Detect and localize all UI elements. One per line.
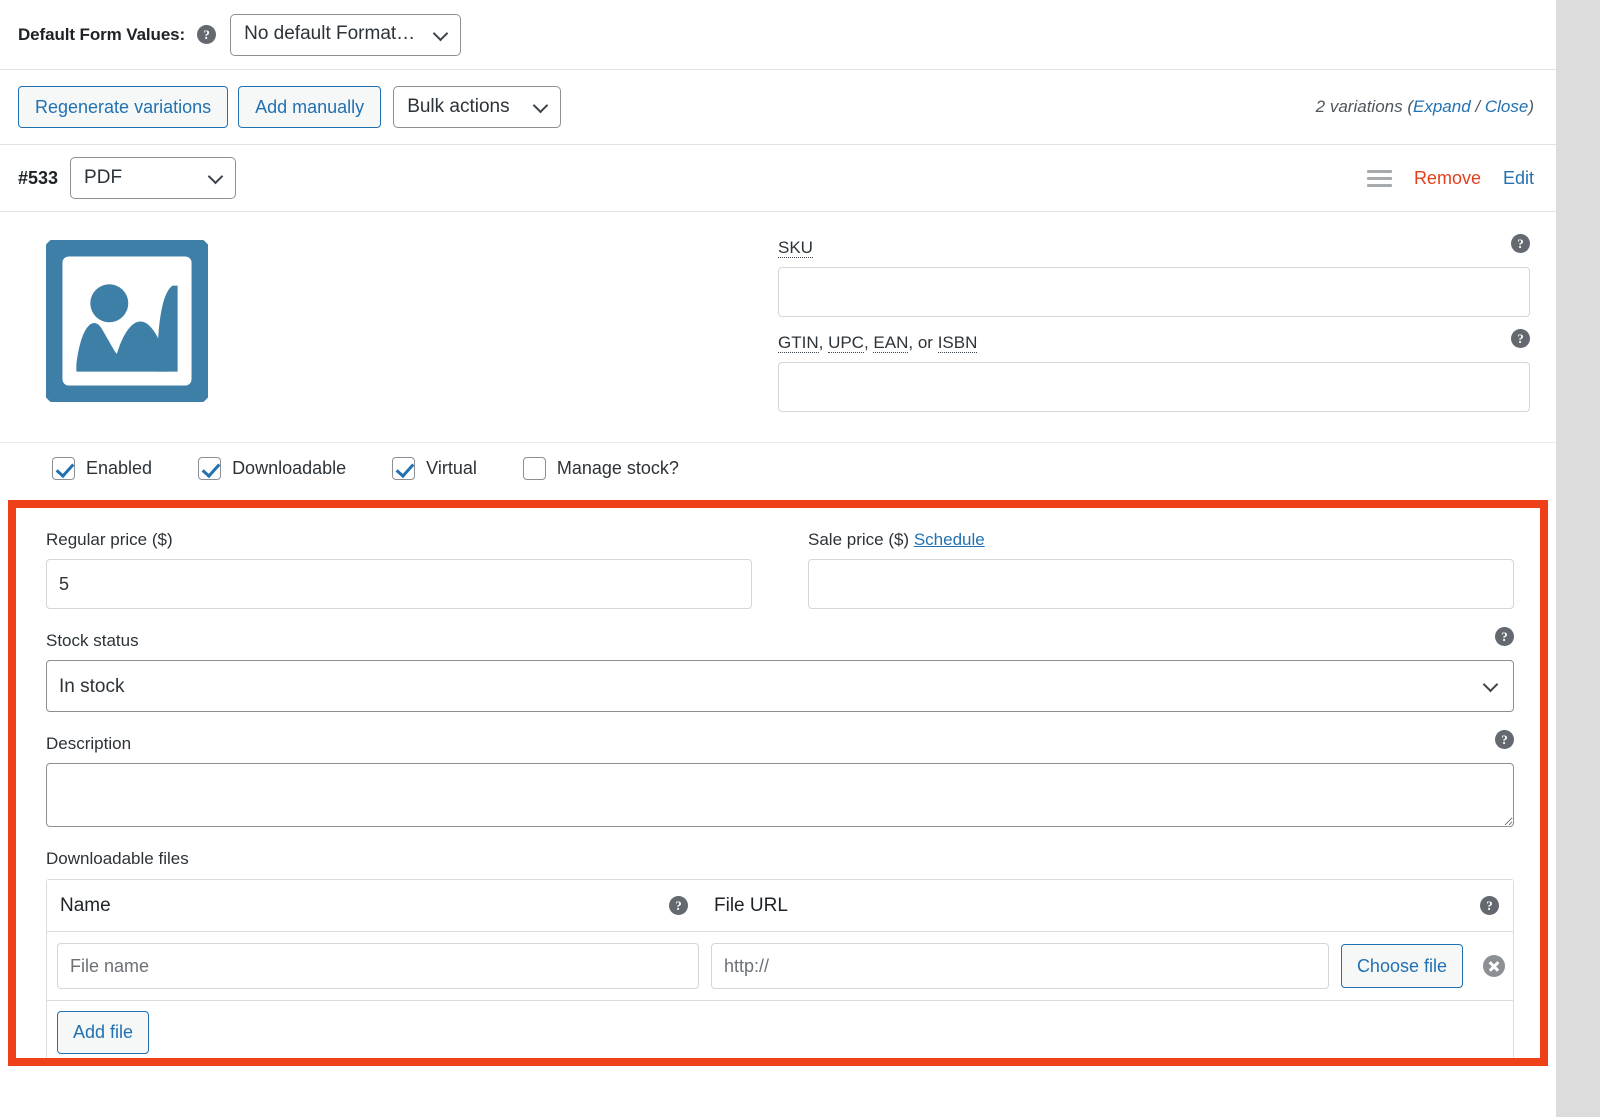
default-form-values-bar: Default Form Values: ? No default Format… [0, 0, 1556, 70]
checkbox-virtual-box[interactable] [392, 457, 416, 480]
variation-id: #533 [18, 167, 59, 188]
variations-toolbar: Regenerate variations Add manually Bulk … [0, 70, 1556, 145]
variation-image-column [18, 233, 778, 428]
regular-price-label: Regular price ($) [46, 530, 173, 549]
regular-price-block: Regular price ($) [46, 530, 752, 609]
ean-abbr: EAN [873, 333, 909, 353]
stock-status-select-wrap[interactable]: In stock [46, 660, 1514, 712]
variation-upper-section: SKU ? GTIN, UPC, EAN, or ISBN ? [0, 212, 1556, 428]
close-link[interactable]: Close [1485, 97, 1528, 116]
default-format-select-wrap[interactable]: No default Format… [230, 13, 462, 56]
variation-attribute-select-wrap[interactable]: PDF [70, 157, 237, 199]
checkbox-virtual-label: Virtual [426, 458, 477, 478]
description-label: Description [46, 734, 132, 753]
file-url-cell [711, 943, 1329, 989]
variation-toggles-row: Enabled Downloadable Virtual Manage stoc… [0, 442, 1556, 500]
sale-price-block: Sale price ($) Schedule [808, 530, 1514, 609]
edit-variation-link[interactable]: Edit [1503, 168, 1534, 189]
help-icon[interactable]: ? [669, 896, 688, 915]
sku-field-block: SKU ? [778, 234, 1530, 317]
default-form-values-label: Default Form Values: [18, 24, 186, 44]
checkbox-downloadable[interactable]: Downloadable [198, 457, 346, 480]
gtin-sep-3: , or [908, 333, 938, 352]
highlight-bottom-border [8, 1058, 1548, 1066]
column-name-header: Name ? [47, 895, 702, 917]
links-separator: / [1470, 97, 1485, 116]
schedule-link[interactable]: Schedule [914, 530, 985, 549]
file-url-input[interactable] [711, 943, 1329, 989]
help-icon[interactable]: ? [1480, 896, 1499, 915]
default-format-select[interactable]: No default Format… [230, 13, 462, 56]
isbn-abbr: ISBN [937, 333, 978, 353]
variations-count: 2 variations (Expand / Close) [1316, 97, 1534, 117]
downloadable-files-table: Name ? File URL ? File name http:// Choo… [46, 879, 1514, 1066]
variations-count-text: 2 variations [1315, 97, 1408, 116]
gtin-label: GTIN, UPC, EAN, or ISBN [778, 333, 1530, 353]
stock-status-block: Stock status ? In stock [46, 627, 1514, 712]
drag-handle-icon[interactable] [1366, 169, 1392, 187]
gtin-abbr: GTIN [778, 333, 819, 353]
gtin-sep-2: , [863, 333, 874, 352]
column-url-text: File URL [714, 894, 788, 916]
regenerate-variations-button[interactable]: Regenerate variations [18, 86, 229, 128]
downloadable-files-label: Downloadable files [46, 849, 189, 868]
downloadable-files-block: Downloadable files Name ? File URL ? Fil… [46, 849, 1514, 1066]
checkbox-downloadable-label: Downloadable [232, 458, 347, 478]
file-name-cell [57, 943, 699, 989]
help-icon[interactable]: ? [1495, 627, 1514, 646]
variation-actions: Remove Edit [1366, 168, 1534, 189]
checkbox-virtual[interactable]: Virtual [392, 457, 477, 480]
image-placeholder-icon[interactable] [39, 233, 215, 409]
variation-body: SKU ? GTIN, UPC, EAN, or ISBN ? Enabled … [0, 212, 1556, 1066]
gtin-sep-1: , [818, 333, 829, 352]
add-file-button[interactable]: Add file [57, 1011, 150, 1054]
remove-variation-link[interactable]: Remove [1414, 168, 1481, 189]
sku-label: SKU [778, 238, 1530, 258]
variations-panel: Default Form Values: ? No default Format… [0, 0, 1556, 1117]
gtin-field-block: GTIN, UPC, EAN, or ISBN ? [778, 329, 1530, 412]
stock-status-select[interactable]: In stock [46, 660, 1514, 712]
sale-price-label-text: Sale price ($) [808, 530, 914, 549]
help-icon[interactable]: ? [1511, 234, 1530, 253]
sku-abbr: SKU [778, 238, 813, 258]
expand-link[interactable]: Expand [1413, 97, 1471, 116]
checkbox-manage-stock[interactable]: Manage stock? [522, 457, 679, 480]
column-url-header: File URL ? [702, 895, 1513, 917]
downloadable-files-footer: Add file [47, 1001, 1513, 1066]
checkbox-enabled-box[interactable] [52, 457, 75, 480]
downloadable-files-header: Name ? File URL ? [47, 880, 1513, 932]
regular-price-input[interactable] [46, 559, 752, 609]
column-name-text: Name [60, 894, 111, 916]
variation-attribute-select[interactable]: PDF [70, 157, 237, 199]
sale-price-input[interactable] [808, 559, 1514, 609]
sale-price-label: Sale price ($) Schedule [808, 530, 1514, 550]
file-name-input[interactable] [57, 943, 699, 989]
variation-header: #533 PDF Remove Edit [0, 145, 1556, 212]
bulk-actions-select-wrap[interactable]: Bulk actions [393, 86, 562, 128]
description-block: Description ? [46, 730, 1514, 827]
help-icon[interactable]: ? [1495, 730, 1514, 749]
description-textarea[interactable] [46, 763, 1514, 827]
page-right-gutter [1556, 0, 1600, 1117]
upc-abbr: UPC [828, 333, 864, 353]
paren-close: ) [1528, 97, 1534, 116]
gtin-input[interactable] [778, 362, 1530, 412]
checkbox-manage-stock-box[interactable] [522, 457, 546, 480]
bulk-actions-select[interactable]: Bulk actions [393, 86, 562, 128]
downloadable-file-row: Choose file [47, 932, 1513, 1001]
checkbox-enabled-label: Enabled [86, 458, 153, 478]
help-icon[interactable]: ? [197, 25, 217, 44]
stock-status-label: Stock status [46, 631, 139, 650]
sku-input[interactable] [778, 267, 1530, 317]
highlighted-pricing-section: Regular price ($) Sale price ($) Schedul… [8, 500, 1548, 1066]
variation-fields-column: SKU ? GTIN, UPC, EAN, or ISBN ? [778, 234, 1534, 428]
delete-circle-icon[interactable] [1483, 955, 1505, 977]
add-manually-button[interactable]: Add manually [238, 86, 382, 128]
checkbox-manage-stock-label: Manage stock? [556, 458, 679, 478]
price-row: Regular price ($) Sale price ($) Schedul… [46, 530, 1514, 609]
checkbox-downloadable-box[interactable] [198, 457, 222, 480]
choose-file-button[interactable]: Choose file [1340, 944, 1463, 988]
help-icon[interactable]: ? [1511, 329, 1530, 348]
checkbox-enabled[interactable]: Enabled [52, 457, 152, 480]
